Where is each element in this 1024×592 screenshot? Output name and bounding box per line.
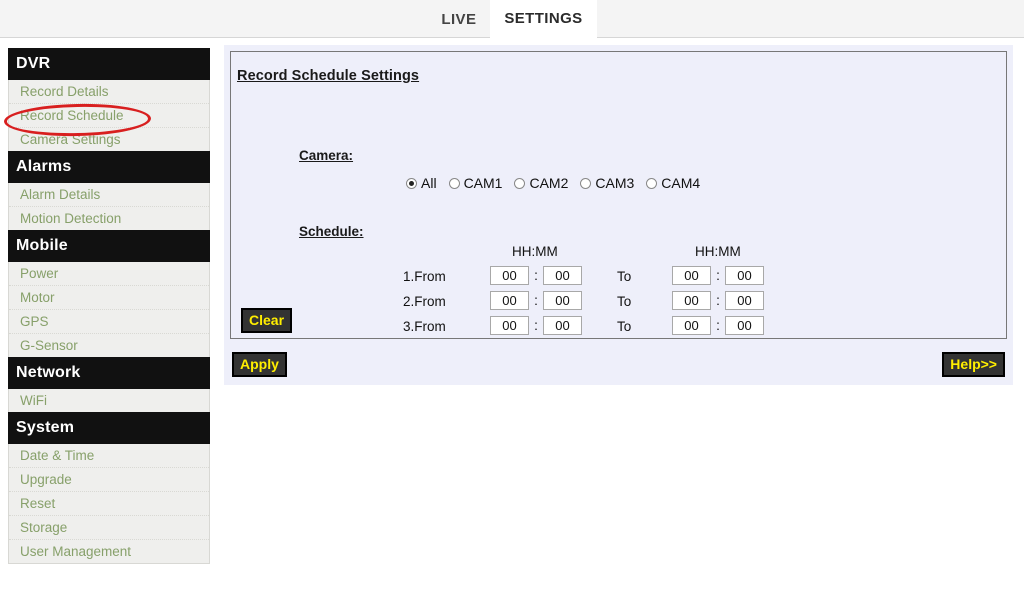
sidebar-item-alarm-details[interactable]: Alarm Details bbox=[9, 183, 209, 207]
schedule-row-2-to-label: To bbox=[617, 294, 632, 309]
radio-label-cam3: CAM3 bbox=[595, 175, 635, 191]
schedule-row-3: 3.From : To : bbox=[231, 316, 1006, 341]
sidebar-section-list-mobile: Power Motor GPS G-Sensor bbox=[9, 262, 209, 357]
schedule-row-1: 1.From : To : bbox=[231, 266, 1006, 291]
schedule-row-1-to-group: : bbox=[672, 266, 764, 285]
sidebar-item-upgrade[interactable]: Upgrade bbox=[9, 468, 209, 492]
schedule-row-3-from-group: : bbox=[490, 316, 582, 335]
sidebar-item-record-schedule[interactable]: Record Schedule bbox=[9, 104, 209, 128]
row-1-from-minute-input[interactable] bbox=[543, 266, 582, 285]
schedule-column-headers: HH:MM HH:MM bbox=[231, 244, 1006, 266]
row-3-from-hour-input[interactable] bbox=[490, 316, 529, 335]
sidebar-section-list-system: Date & Time Upgrade Reset Storage User M… bbox=[9, 444, 209, 563]
sidebar-item-record-details[interactable]: Record Details bbox=[9, 80, 209, 104]
sidebar-section-header-mobile: Mobile bbox=[8, 230, 210, 262]
row-2-from-minute-input[interactable] bbox=[543, 291, 582, 310]
clear-button[interactable]: Clear bbox=[241, 308, 293, 333]
sidebar-item-power[interactable]: Power bbox=[9, 262, 209, 286]
schedule-table: HH:MM HH:MM 1.From : To : 2.From bbox=[231, 244, 1006, 341]
radio-dot-cam3-icon bbox=[580, 177, 592, 189]
row-3-to-minute-input[interactable] bbox=[725, 316, 764, 335]
radio-label-all: All bbox=[421, 175, 437, 191]
sidebar-section-list-alarms: Alarm Details Motion Detection bbox=[9, 183, 209, 230]
schedule-row-3-label: 3.From bbox=[403, 319, 446, 334]
radio-option-cam3[interactable]: CAM3 bbox=[580, 176, 634, 190]
radio-option-cam1[interactable]: CAM1 bbox=[448, 175, 503, 191]
row-1-from-hour-input[interactable] bbox=[490, 266, 529, 285]
column-header-hhmm-to: HH:MM bbox=[695, 244, 741, 259]
row-1-to-hour-input[interactable] bbox=[672, 266, 711, 285]
row-3-to-hour-input[interactable] bbox=[672, 316, 711, 335]
sidebar-item-g-sensor[interactable]: G-Sensor bbox=[9, 334, 209, 357]
column-header-hhmm-from: HH:MM bbox=[512, 244, 558, 259]
radio-label-cam4: CAM4 bbox=[661, 175, 701, 191]
schedule-row-1-label: 1.From bbox=[403, 269, 446, 284]
tab-settings[interactable]: SETTINGS bbox=[490, 0, 597, 38]
sidebar-item-motor[interactable]: Motor bbox=[9, 286, 209, 310]
panel-footer: Apply Help>> bbox=[230, 345, 1007, 379]
radio-option-cam4[interactable]: CAM4 bbox=[646, 176, 700, 190]
sidebar-item-gps[interactable]: GPS bbox=[9, 310, 209, 334]
row-2-from-hour-input[interactable] bbox=[490, 291, 529, 310]
row-2-to-colon: : bbox=[716, 293, 720, 308]
schedule-row-3-to-label: To bbox=[617, 319, 632, 334]
sidebar-section-list-network: WiFi bbox=[9, 389, 209, 412]
camera-section-label: Camera: bbox=[299, 148, 354, 163]
apply-button[interactable]: Apply bbox=[232, 352, 287, 377]
tab-live[interactable]: LIVE bbox=[427, 3, 490, 38]
row-2-to-hour-input[interactable] bbox=[672, 291, 711, 310]
schedule-row-2-from-group: : bbox=[490, 291, 582, 310]
sidebar-item-storage[interactable]: Storage bbox=[9, 516, 209, 540]
radio-dot-cam1-icon bbox=[448, 177, 460, 189]
row-3-to-colon: : bbox=[716, 318, 720, 333]
sidebar-item-motion-detection[interactable]: Motion Detection bbox=[9, 207, 209, 230]
camera-radio-group: All CAM1 CAM2 CAM3 CAM4 bbox=[406, 176, 700, 190]
radio-label-cam2: CAM2 bbox=[529, 175, 569, 191]
radio-option-all[interactable]: All bbox=[406, 176, 437, 190]
sidebar-item-wifi[interactable]: WiFi bbox=[9, 389, 209, 412]
sidebar-section-header-network: Network bbox=[8, 357, 210, 389]
record-schedule-panel: Record Schedule Settings Camera: All CAM… bbox=[230, 51, 1007, 339]
sidebar-section-header-alarms: Alarms bbox=[8, 151, 210, 183]
sidebar-item-date-time[interactable]: Date & Time bbox=[9, 444, 209, 468]
radio-dot-all-icon bbox=[406, 177, 417, 189]
sidebar-item-user-management[interactable]: User Management bbox=[9, 540, 209, 563]
radio-option-cam2[interactable]: CAM2 bbox=[514, 176, 568, 190]
sidebar-section-header-dvr: DVR bbox=[8, 48, 210, 80]
schedule-row-2-label: 2.From bbox=[403, 294, 446, 309]
row-1-to-colon: : bbox=[716, 268, 720, 283]
page-title: Record Schedule Settings bbox=[237, 68, 420, 84]
row-2-to-minute-input[interactable] bbox=[725, 291, 764, 310]
sidebar-item-reset[interactable]: Reset bbox=[9, 492, 209, 516]
top-tab-bar: LIVE SETTINGS bbox=[0, 0, 1024, 38]
schedule-section-label: Schedule: bbox=[299, 224, 364, 239]
sidebar: DVR Record Details Record Schedule Camer… bbox=[8, 48, 210, 564]
sidebar-section-list-dvr: Record Details Record Schedule Camera Se… bbox=[9, 80, 209, 151]
row-3-from-colon: : bbox=[534, 318, 538, 333]
schedule-row-1-from-group: : bbox=[490, 266, 582, 285]
row-3-from-minute-input[interactable] bbox=[543, 316, 582, 335]
schedule-row-2-to-group: : bbox=[672, 291, 764, 310]
sidebar-section-header-system: System bbox=[8, 412, 210, 444]
content-area: Record Schedule Settings Camera: All CAM… bbox=[224, 45, 1013, 385]
help-button[interactable]: Help>> bbox=[942, 352, 1005, 377]
radio-label-cam1: CAM1 bbox=[463, 175, 503, 191]
schedule-row-1-to-label: To bbox=[617, 269, 632, 284]
tab-strip: LIVE SETTINGS bbox=[0, 0, 1024, 38]
row-1-from-colon: : bbox=[534, 268, 538, 283]
row-1-to-minute-input[interactable] bbox=[725, 266, 764, 285]
radio-dot-cam4-icon bbox=[646, 177, 658, 189]
sidebar-item-camera-settings[interactable]: Camera Settings bbox=[9, 128, 209, 151]
row-2-from-colon: : bbox=[534, 293, 538, 308]
schedule-row-2: 2.From : To : bbox=[231, 291, 1006, 316]
radio-dot-cam2-icon bbox=[514, 177, 526, 189]
schedule-row-3-to-group: : bbox=[672, 316, 764, 335]
